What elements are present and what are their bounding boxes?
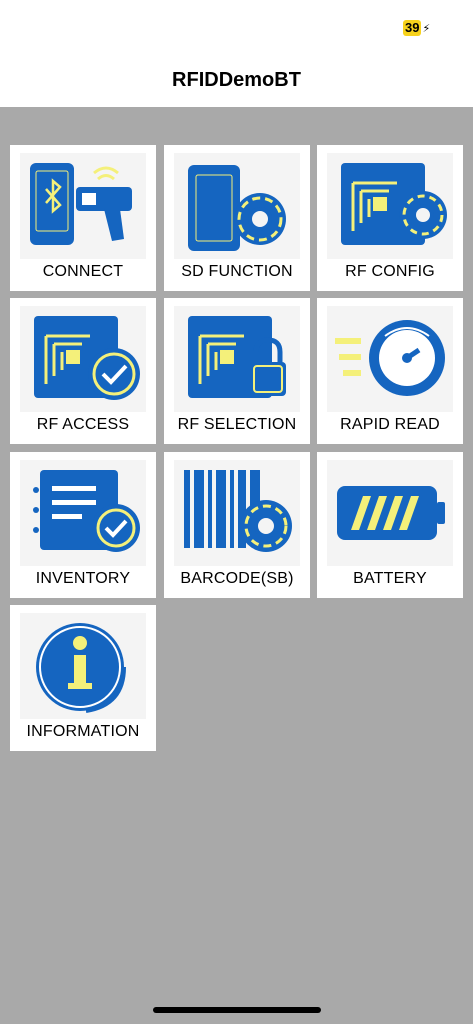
menu-tile-rapid-read[interactable]: RAPID READ (317, 298, 463, 444)
menu-tile-label: INFORMATION (26, 723, 140, 740)
menu-tile-label: BATTERY (353, 570, 427, 587)
bluetooth-scanner-icon (20, 153, 146, 259)
battery-icon (327, 460, 453, 566)
menu-tile-battery[interactable]: BATTERY (317, 452, 463, 598)
menu-tile-label: BARCODE(SB) (180, 570, 294, 587)
battery-indicator: 39 ⚡ (403, 20, 430, 36)
menu-tile-label: INVENTORY (35, 570, 131, 587)
menu-tile-information[interactable]: INFORMATION (10, 605, 156, 751)
menu-tile-barcode[interactable]: BARCODE(SB) (164, 452, 310, 598)
battery-level: 39 (403, 20, 422, 36)
menu-tile-label: RF ACCESS (36, 416, 130, 433)
menu-tile-rf-access[interactable]: RF ACCESS (10, 298, 156, 444)
menu-tile-inventory[interactable]: INVENTORY (10, 452, 156, 598)
status-bar: 39 ⚡ (0, 0, 473, 50)
rfid-chip-check-icon (20, 306, 146, 412)
checklist-icon (20, 460, 146, 566)
home-indicator[interactable] (153, 1007, 321, 1013)
phone-gear-icon (174, 153, 300, 259)
menu-tile-label: RF SELECTION (177, 416, 297, 433)
rfid-chip-gear-icon (327, 153, 453, 259)
charging-bolt-icon: ⚡ (422, 22, 431, 35)
menu-grid: CONNECT SD FUNCTION RF CONFIG RF ACCESS … (0, 107, 473, 1024)
menu-tile-label: RF CONFIG (345, 263, 435, 280)
menu-tile-label: RAPID READ (340, 416, 440, 433)
rfid-chip-lock-icon (174, 306, 300, 412)
menu-tile-connect[interactable]: CONNECT (10, 145, 156, 291)
info-icon (20, 613, 146, 719)
barcode-gear-icon (174, 460, 300, 566)
menu-tile-sd-function[interactable]: SD FUNCTION (164, 145, 310, 291)
menu-tile-rf-config[interactable]: RF CONFIG (317, 145, 463, 291)
speedometer-icon (327, 306, 453, 412)
menu-tile-label: CONNECT (42, 263, 124, 280)
menu-tile-label: SD FUNCTION (181, 263, 293, 280)
page-title: RFIDDemoBT (172, 68, 301, 91)
menu-tile-rf-selection[interactable]: RF SELECTION (164, 298, 310, 444)
navigation-bar: RFIDDemoBT (0, 50, 473, 106)
